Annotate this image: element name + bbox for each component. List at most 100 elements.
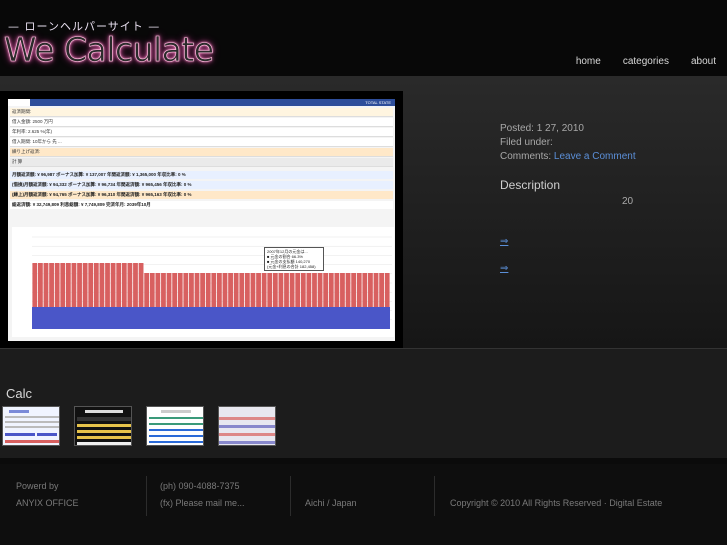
post-filed-under: Filed under: — [500, 137, 553, 148]
nav-home[interactable]: home — [576, 56, 601, 67]
footer-copyright: Copyright © 2010 All Rights Reserved · D… — [450, 498, 663, 508]
chart-bar-interest — [183, 273, 189, 307]
chart-bar-interest — [328, 273, 334, 307]
thumbnail-2-preview — [77, 410, 131, 445]
chart-bar-interest — [340, 273, 345, 307]
nav-about[interactable]: about — [691, 56, 716, 67]
chart-bar-interest — [60, 263, 66, 309]
chart-bar-interest — [295, 273, 301, 307]
chart-bar-interest — [312, 273, 317, 307]
chart-bar-interest — [368, 273, 373, 307]
calc-thumbnail-1[interactable] — [2, 406, 60, 446]
chart-bar-interest — [244, 273, 250, 307]
screenshot-result-text: 総返済額: ¥ 32,749,809 利息総額: ¥ 7,749,809 完済年… — [12, 202, 151, 207]
chart-bar-interest — [261, 273, 267, 307]
chart-bar-interest — [306, 273, 312, 307]
screenshot-form-label: 年利率: 2.625 %(年) — [12, 129, 53, 134]
chart-bar-interest — [144, 273, 150, 307]
chart-bar-interest — [267, 273, 273, 307]
chart-bar-interest — [127, 263, 133, 309]
chart-bar-interest — [323, 273, 329, 307]
nav-categories[interactable]: categories — [623, 56, 669, 67]
site-header: — ローンヘルパーサイト — We Calculate home categor… — [0, 0, 727, 76]
screenshot-toolbar: TOTAL STATE — [8, 99, 395, 106]
chart-bar-interest — [189, 273, 194, 307]
screenshot-frame: TOTAL STATE 返済期間: 借入金額: 2500 万円 年利率: 2.625… — [0, 91, 403, 348]
chart-bar-interest — [356, 273, 362, 307]
chart-bar-interest — [278, 273, 284, 307]
post-date: Posted: 1 27, 2010 — [500, 123, 584, 134]
calc-thumbnail-3[interactable] — [146, 406, 204, 446]
post-meta: Posted: 1 27, 2010 Filed under: Comments… — [500, 122, 636, 164]
chart-bar-interest — [379, 273, 385, 307]
screenshot-form-row: 返済期間: — [10, 108, 393, 117]
tooltip-line: (元金+利息の合計 182,458) — [267, 264, 316, 269]
screenshot-active-tab — [8, 99, 30, 106]
screenshot-result-text: 月額返済額: ¥ 96,987 ボーナス加算: ¥ 137,007 年間返済額:… — [12, 172, 186, 177]
screenshot-form-row: 計 算 — [10, 158, 393, 167]
footer-fax: (fx) Please mail me... — [160, 498, 245, 508]
chart-bar-interest — [133, 263, 138, 309]
leave-comment-link[interactable]: Leave a Comment — [554, 151, 636, 162]
screenshot-bar-chart — [32, 236, 392, 329]
calc-thumbnail-4[interactable] — [218, 406, 276, 446]
site-logo[interactable]: We Calculate — [4, 30, 215, 70]
calc-thumbnail-2[interactable] — [74, 406, 132, 446]
chart-bar-interest — [256, 273, 261, 307]
chart-bar-interest — [222, 273, 228, 307]
chart-bar-interest — [99, 263, 105, 309]
footer-powered: Powerd by ANYIX OFFICE — [16, 478, 79, 512]
chart-bar-interest — [88, 263, 94, 309]
chart-bar-interest — [32, 263, 38, 309]
screenshot-form-label: 借入期間: 10年から 先 ... — [12, 139, 62, 144]
chart-bar-interest — [284, 273, 289, 307]
chart-bar-interest — [43, 263, 49, 309]
screenshot-chart — [12, 227, 394, 337]
chart-bar-interest — [161, 273, 166, 307]
chart-bar-interest — [82, 263, 88, 309]
chart-bar-interest — [300, 273, 306, 307]
footer-divider — [146, 476, 147, 516]
arrow-link-1[interactable]: ⇒ — [500, 236, 508, 247]
footer-divider — [290, 476, 291, 516]
footer-company: ANYIX OFFICE — [16, 498, 79, 508]
screenshot-right-tabs: TOTAL STATE — [365, 100, 391, 105]
chart-bar-interest — [49, 263, 54, 309]
thumbnail-3-preview — [149, 410, 203, 443]
chart-bar-interest — [77, 263, 82, 309]
chart-bar-interest — [177, 273, 183, 307]
screenshot-result-text: (借換)月額返済額: ¥ 94,332 ボーナス加算: ¥ 96,734 年間返… — [12, 182, 192, 187]
footer-powered-label: Powerd by — [16, 481, 59, 491]
app-screenshot[interactable]: TOTAL STATE 返済期間: 借入金額: 2500 万円 年利率: 2.625… — [8, 99, 395, 341]
chart-bar-interest — [239, 273, 245, 307]
chart-bar-interest — [216, 273, 222, 307]
chart-bar-interest — [138, 263, 144, 309]
chart-bar-interest — [166, 273, 172, 307]
chart-bar-interest — [289, 273, 295, 307]
arrow-link-2[interactable]: ⇒ — [500, 263, 508, 274]
screenshot-form-label: 返済期間: — [12, 109, 32, 114]
chart-bar-interest — [233, 273, 239, 307]
main-nav: home categories about — [576, 56, 716, 67]
chart-area-principal — [32, 307, 390, 329]
chart-bar-interest — [105, 263, 110, 309]
comments-label: Comments: — [500, 151, 552, 162]
screenshot-result-text: (繰上)月額返済額: ¥ 94,765 ボーナス加算: ¥ 96,310 年間返… — [12, 192, 192, 197]
chart-bar-interest — [121, 263, 127, 309]
chart-bar-interest — [194, 273, 200, 307]
post-comments: Comments: Leave a Comment — [500, 150, 636, 164]
footer-contact: (ph) 090-4088-7375 (fx) Please mail me..… — [160, 478, 245, 512]
chart-bar-interest — [37, 263, 43, 309]
footer-phone: (ph) 090-4088-7375 — [160, 481, 240, 491]
chart-bar-interest — [345, 273, 351, 307]
chart-bar-interest — [54, 263, 60, 309]
chart-bar-interest — [228, 273, 233, 307]
footer-divider — [434, 476, 435, 516]
screenshot-form-label: 繰り上げ返済: — [12, 149, 41, 154]
screenshot-result-row: (繰上)月額返済額: ¥ 94,765 ボーナス加算: ¥ 96,310 年間返… — [10, 191, 393, 199]
screenshot-result-row: 月額返済額: ¥ 96,987 ボーナス加算: ¥ 137,007 年間返済額:… — [10, 171, 393, 179]
chart-bar-interest — [351, 273, 357, 307]
screenshot-form-row: 借入期間: 10年から 先 ... — [10, 138, 393, 147]
chart-bar-interest — [110, 263, 116, 309]
chart-bar-interest — [250, 273, 256, 307]
